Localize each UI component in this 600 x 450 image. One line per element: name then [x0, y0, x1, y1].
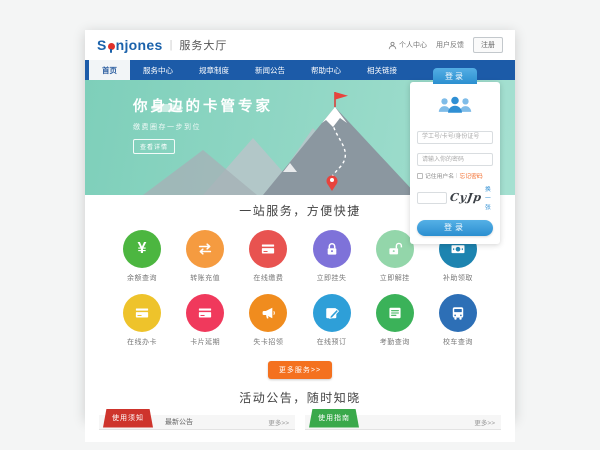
service-label: 在线缴费 [239, 273, 297, 283]
row-separator: | [456, 173, 458, 179]
service-item-lost-found[interactable]: 失卡招领 [239, 294, 297, 347]
service-item-card-renewal[interactable]: 卡片延期 [176, 294, 234, 347]
tab-usage-guide[interactable]: 使用指南 [309, 409, 359, 428]
list-icon [376, 294, 414, 332]
login-users [417, 94, 493, 120]
more-services-button[interactable]: 更多服务>> [268, 361, 332, 379]
nav-item-news[interactable]: 新闻公告 [242, 60, 298, 80]
service-item-apply-card[interactable]: 在线办卡 [113, 294, 171, 347]
service-label: 补助领取 [429, 273, 487, 283]
service-label: 失卡招领 [239, 337, 297, 347]
tab-usage-notice[interactable]: 使用须知 [103, 409, 153, 428]
notice-panel-header: 使用须知 最新公告 更多>> [99, 415, 295, 430]
service-label: 考勤查询 [366, 337, 424, 347]
personal-center-link[interactable]: 个人中心 [388, 40, 427, 50]
card-icon [123, 294, 161, 332]
login-submit-button[interactable]: 登录 [417, 220, 493, 236]
captcha-refresh-link[interactable]: 换一张 [485, 184, 493, 211]
nav-item-home[interactable]: 首页 [89, 60, 130, 80]
service-item-school-bus[interactable]: 校车查询 [429, 294, 487, 347]
remember-label: 记住用户名 [425, 171, 454, 180]
login-panel: 登录 记住用户名 | 忘记密码 CyJp 换一张 登录 [410, 82, 500, 244]
service-item-transfer[interactable]: 转账充值 [176, 230, 234, 283]
remember-checkbox[interactable] [417, 173, 423, 179]
service-item-report-loss[interactable]: 立即挂失 [303, 230, 361, 283]
nav-item-service-center[interactable]: 服务中心 [130, 60, 186, 80]
service-label: 转账充值 [176, 273, 234, 283]
services-row-2: 在线办卡 卡片延期 失卡招领 在线预订 [113, 294, 487, 347]
hero-subtitle: 缴费圈存一步到位 [133, 122, 273, 132]
username-input[interactable] [417, 131, 493, 144]
edit-icon [313, 294, 351, 332]
hero-title: 你身边的卡管专家 [133, 95, 273, 116]
service-label: 卡片延期 [176, 337, 234, 347]
users-group-icon [434, 94, 476, 115]
nav-item-help-center[interactable]: 帮助中心 [298, 60, 354, 80]
site-header: Snjones | 服务大厅 个人中心 用户反馈 注册 [85, 30, 515, 60]
card-icon [249, 230, 287, 268]
logo-divider: | [170, 39, 173, 51]
megaphone-icon [249, 294, 287, 332]
person-icon [388, 41, 397, 50]
service-label: 在线办卡 [113, 337, 171, 347]
captcha-image: CyJp [449, 191, 483, 204]
service-label: 立即挂失 [303, 273, 361, 283]
site-container: Snjones | 服务大厅 个人中心 用户反馈 注册 首页 服务中心 规章制度… [85, 30, 515, 420]
service-label: 在线预订 [303, 337, 361, 347]
bus-icon [439, 294, 477, 332]
service-label: 校车查询 [429, 337, 487, 347]
service-item-online-booking[interactable]: 在线预订 [303, 294, 361, 347]
hero-copy: 你身边的卡管专家 缴费圈存一步到位 查看详情 [133, 95, 273, 154]
user-feedback-link[interactable]: 用户反馈 [436, 40, 464, 50]
unlock-icon [376, 230, 414, 268]
register-button[interactable]: 注册 [473, 37, 503, 53]
hero-detail-button[interactable]: 查看详情 [133, 139, 175, 154]
announcements-title: 活动公告，随时知晓 [99, 389, 501, 406]
forgot-password-link[interactable]: 忘记密码 [460, 171, 483, 180]
guide-panel-header: 使用指南 更多>> [305, 415, 501, 430]
announcements-section: 活动公告，随时知晓 使用须知 最新公告 更多>> 使用指南 更多>> [85, 379, 515, 442]
transfer-icon [186, 230, 224, 268]
captcha-row: CyJp 换一张 [417, 184, 493, 211]
yuan-icon: ¥ [123, 230, 161, 268]
password-input[interactable] [417, 153, 493, 166]
portal-name: 服务大厅 [179, 37, 227, 53]
guide-panel: 使用指南 更多>> [305, 415, 501, 442]
notice-panel-body [99, 430, 295, 442]
nav-item-rules[interactable]: 规章制度 [186, 60, 242, 80]
service-item-attendance[interactable]: 考勤查询 [366, 294, 424, 347]
service-item-online-payment[interactable]: 在线缴费 [239, 230, 297, 283]
guide-panel-body [305, 430, 501, 442]
tab-latest-news[interactable]: 最新公告 [165, 417, 193, 427]
logo-text: Snjones [97, 37, 163, 53]
guide-more-link[interactable]: 更多>> [474, 417, 495, 427]
remember-row: 记住用户名 | 忘记密码 [417, 171, 493, 180]
captcha-input[interactable] [417, 192, 447, 204]
service-label: 立即解挂 [366, 273, 424, 283]
logo-red-dot-icon [108, 43, 115, 50]
nav-item-links[interactable]: 相关链接 [354, 60, 410, 80]
notice-panel: 使用须知 最新公告 更多>> [99, 415, 295, 442]
logo[interactable]: Snjones | 服务大厅 [97, 37, 227, 53]
card-icon [186, 294, 224, 332]
login-tab[interactable]: 登录 [433, 68, 477, 84]
header-right: 个人中心 用户反馈 注册 [388, 37, 503, 53]
lock-icon [313, 230, 351, 268]
service-label: 余额查询 [113, 273, 171, 283]
service-item-balance[interactable]: ¥ 余额查询 [113, 230, 171, 283]
notice-more-link[interactable]: 更多>> [268, 417, 289, 427]
